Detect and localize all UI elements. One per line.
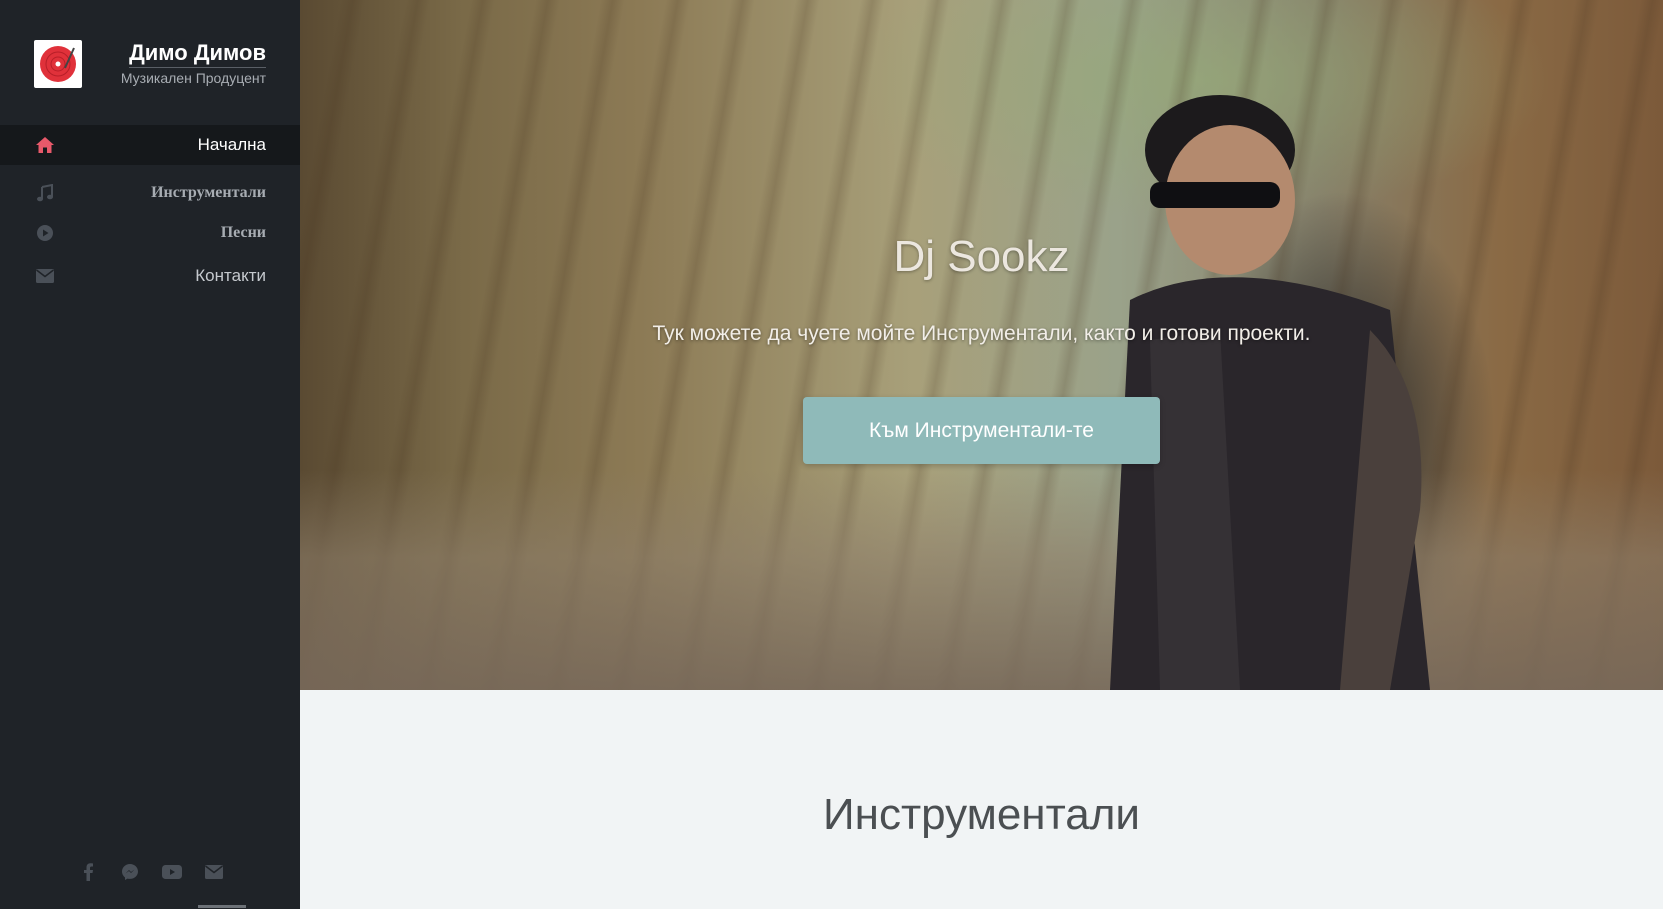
hero-banner: Dj Sookz Тук можете да чуете мойте Инстр… bbox=[300, 0, 1663, 690]
nav-item-label: Инструментали bbox=[151, 184, 266, 201]
hero-subtitle: Тук можете да чуете мойте Инструментали,… bbox=[652, 322, 1311, 345]
nav-item-label: Песни bbox=[220, 224, 266, 241]
nav-item-home[interactable]: Начална bbox=[0, 125, 300, 165]
messenger-icon[interactable] bbox=[120, 862, 140, 882]
hero-title: Dj Sookz bbox=[893, 232, 1070, 281]
nav-item-contacts[interactable]: Контакти bbox=[0, 256, 300, 296]
brand-title[interactable]: Димо Димов bbox=[129, 40, 266, 68]
social-links bbox=[78, 862, 224, 882]
vinyl-record-icon[interactable] bbox=[34, 40, 82, 88]
section-title: Инструментали bbox=[823, 790, 1140, 839]
instrumentals-section: Инструментали bbox=[300, 690, 1663, 909]
to-instrumentals-button[interactable]: Към Инструментали-те bbox=[803, 397, 1160, 464]
brand[interactable]: Димо Димов Музикален Продуцент bbox=[34, 40, 266, 90]
nav-item-label: Начална bbox=[197, 135, 266, 154]
nav-item-instrumentals[interactable]: Инструментали bbox=[0, 173, 300, 213]
envelope-icon bbox=[35, 266, 55, 286]
scroll-indicator bbox=[198, 905, 246, 908]
sidebar: Димо Димов Музикален Продуцент Начална И… bbox=[0, 0, 300, 909]
facebook-icon[interactable] bbox=[78, 862, 98, 882]
music-note-icon bbox=[35, 183, 55, 203]
brand-subtitle: Музикален Продуцент bbox=[120, 70, 266, 86]
play-circle-icon bbox=[35, 223, 55, 243]
youtube-icon[interactable] bbox=[162, 862, 182, 882]
hero-figure-image bbox=[1110, 95, 1430, 690]
envelope-icon[interactable] bbox=[204, 862, 224, 882]
home-icon bbox=[35, 135, 55, 155]
nav-item-songs[interactable]: Песни bbox=[0, 213, 300, 253]
nav-item-label: Контакти bbox=[195, 266, 266, 285]
